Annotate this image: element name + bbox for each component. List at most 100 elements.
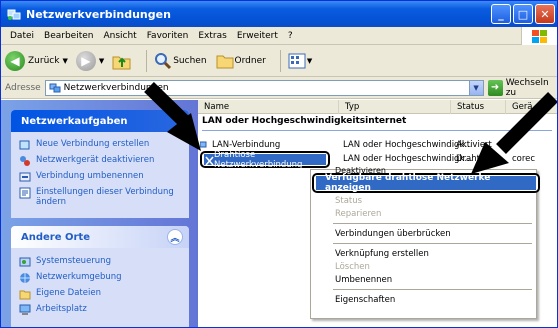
place-my-computer[interactable]: Arbeitsplatz [11, 302, 189, 318]
go-button[interactable]: ➜ Wechseln zu [487, 77, 557, 98]
network-connections-icon [7, 9, 21, 20]
wireless-connection-selected[interactable]: Drahtlose Netzwerkverbindung [200, 149, 330, 170]
folders-icon [216, 55, 234, 68]
column-type[interactable]: Typ [339, 100, 451, 114]
menu-separator [333, 289, 532, 290]
place-control-panel[interactable]: Systemsteuerung [11, 254, 189, 270]
menu-item-status[interactable]: Status [335, 196, 362, 206]
search-label: Suchen [173, 55, 207, 66]
menu-separator [333, 223, 532, 224]
wireless-connection-icon [205, 156, 214, 166]
maximize-button[interactable]: □ [513, 4, 533, 24]
folders-button[interactable]: Ordner [215, 52, 266, 70]
menu-bar: Datei Bearbeiten Ansicht Favoriten Extra… [1, 27, 557, 45]
forward-button[interactable]: ▶ ▼ [75, 50, 104, 71]
task-pane: Netzwerkaufgaben Neue Verbindung erstell… [1, 100, 198, 327]
menu-item-properties[interactable]: Eigenschaften [335, 295, 395, 305]
forward-dropdown-icon[interactable]: ▼ [99, 57, 104, 65]
menu-help[interactable]: ? [283, 31, 298, 41]
network-globe-icon [20, 273, 30, 283]
menu-bearbeiten[interactable]: Bearbeiten [39, 31, 98, 41]
address-dropdown-icon[interactable]: ▼ [468, 80, 483, 95]
address-label: Adresse [5, 82, 41, 93]
wireless-connection-label: Drahtlose Netzwerkverbindung [214, 149, 303, 170]
address-input[interactable]: Netzwerkverbindungen ▼ [44, 79, 484, 96]
back-button[interactable]: ◀ Zurück ▼ [5, 50, 68, 71]
toolbar-separator [146, 49, 148, 72]
menu-item-repair[interactable]: Reparieren [335, 209, 381, 219]
network-connections-icon [49, 83, 61, 92]
row-device: corec [512, 154, 536, 164]
row-status: Aktiviert [456, 140, 492, 150]
menu-item-rename[interactable]: Umbenennen [335, 275, 392, 285]
other-places-panel: Andere Orte ︽ Systemsteuerung Netzwerkum… [11, 226, 189, 327]
network-tasks-header[interactable]: Netzwerkaufgaben [11, 110, 189, 132]
group-divider [202, 130, 552, 131]
address-bar: Adresse Netzwerkverbindungen ▼ ➜ Wechsel… [1, 77, 557, 99]
task-change-settings[interactable]: Einstellungen dieser Verbindung ändern [11, 185, 189, 209]
back-dropdown-icon[interactable]: ▼ [62, 57, 67, 65]
column-device[interactable]: Gerä [506, 100, 557, 114]
menu-extras[interactable]: Extras [193, 31, 231, 41]
rename-icon [19, 172, 31, 182]
menu-item-view-wireless-networks[interactable]: Verfügbare drahtlose Netzwerke anzeigen [312, 173, 540, 193]
forward-arrow-icon: ▶ [75, 50, 96, 71]
go-arrow-icon: ➜ [487, 79, 503, 96]
row-type: LAN oder Hochgeschwindigk... [343, 140, 473, 150]
network-tasks-panel: Netzwerkaufgaben Neue Verbindung erstell… [11, 110, 189, 218]
new-connection-icon [19, 140, 30, 150]
computer-icon [19, 304, 31, 315]
menu-favoriten[interactable]: Favoriten [142, 31, 194, 41]
row-type: LAN oder Hochgeschwindigk... [343, 154, 473, 164]
group-header: LAN oder Hochgeschwindigkeitsinternet [202, 116, 407, 126]
views-icon [288, 53, 306, 68]
views-button[interactable]: ▼ [287, 52, 312, 70]
control-panel-icon [19, 257, 31, 267]
explorer-window: Netzwerkverbindungen _ □ ✕ Datei Bearbei… [0, 0, 558, 328]
address-value: Netzwerkverbindungen [63, 82, 169, 93]
place-my-documents[interactable]: Eigene Dateien [11, 286, 189, 302]
place-network-neighborhood[interactable]: Netzwerkumgebung [11, 270, 189, 286]
minimize-button[interactable]: _ [491, 4, 511, 24]
column-name[interactable]: Name [198, 100, 339, 114]
folders-label: Ordner [234, 55, 266, 66]
lan-connection-icon [200, 141, 207, 148]
menu-item-shortcut[interactable]: Verknüpfung erstellen [335, 249, 429, 259]
menu-item-bridge[interactable]: Verbindungen überbrücken [335, 229, 451, 239]
task-disable-device[interactable]: Netzwerkgerät deaktivieren [11, 153, 189, 169]
back-label: Zurück [28, 55, 60, 66]
folder-up-icon [112, 56, 131, 69]
network-tasks-title: Netzwerkaufgaben [21, 115, 128, 127]
column-headers: Name Typ Status Gerä [198, 100, 557, 114]
other-places-title: Andere Orte [21, 231, 90, 243]
column-status[interactable]: Status [451, 100, 506, 114]
view-wireless-networks-label: Verfügbare drahtlose Netzwerke anzeigen [325, 173, 491, 193]
close-button[interactable]: ✕ [535, 4, 555, 24]
task-rename-connection[interactable]: Verbindung umbenennen [11, 169, 189, 185]
menu-erweitert[interactable]: Erweitert [232, 31, 283, 41]
task-label: Einstellungen dieser Verbindung ändern [36, 187, 174, 207]
back-arrow-icon: ◀ [5, 50, 25, 71]
disable-network-icon [20, 156, 30, 166]
menu-item-delete[interactable]: Löschen [335, 262, 370, 272]
up-folder-button[interactable] [112, 52, 132, 70]
place-label: Eigene Dateien [36, 288, 101, 298]
task-label: Verbindung umbenennen [36, 171, 144, 181]
search-button[interactable]: Suchen [153, 52, 207, 70]
other-places-header[interactable]: Andere Orte ︽ [11, 226, 189, 248]
row-status: Drahtlose... [456, 154, 506, 164]
collapse-chevron-icon[interactable]: ︽ [167, 229, 183, 245]
menu-ansicht[interactable]: Ansicht [98, 31, 141, 41]
menu-datei[interactable]: Datei [5, 31, 39, 41]
task-label: Neue Verbindung erstellen [36, 139, 150, 149]
title-bar[interactable]: Netzwerkverbindungen _ □ ✕ [1, 1, 557, 27]
search-icon [155, 52, 172, 69]
place-label: Arbeitsplatz [36, 304, 87, 314]
task-new-connection[interactable]: Neue Verbindung erstellen [11, 137, 189, 153]
settings-icon [19, 187, 31, 199]
views-dropdown-icon: ▼ [306, 56, 313, 65]
menu-separator [333, 243, 532, 244]
task-label: Netzwerkgerät deaktivieren [36, 155, 155, 165]
go-label: Wechseln zu [505, 77, 549, 98]
toolbar: ◀ Zurück ▼ ▶ ▼ Suchen Ordner ▼ [1, 45, 557, 77]
